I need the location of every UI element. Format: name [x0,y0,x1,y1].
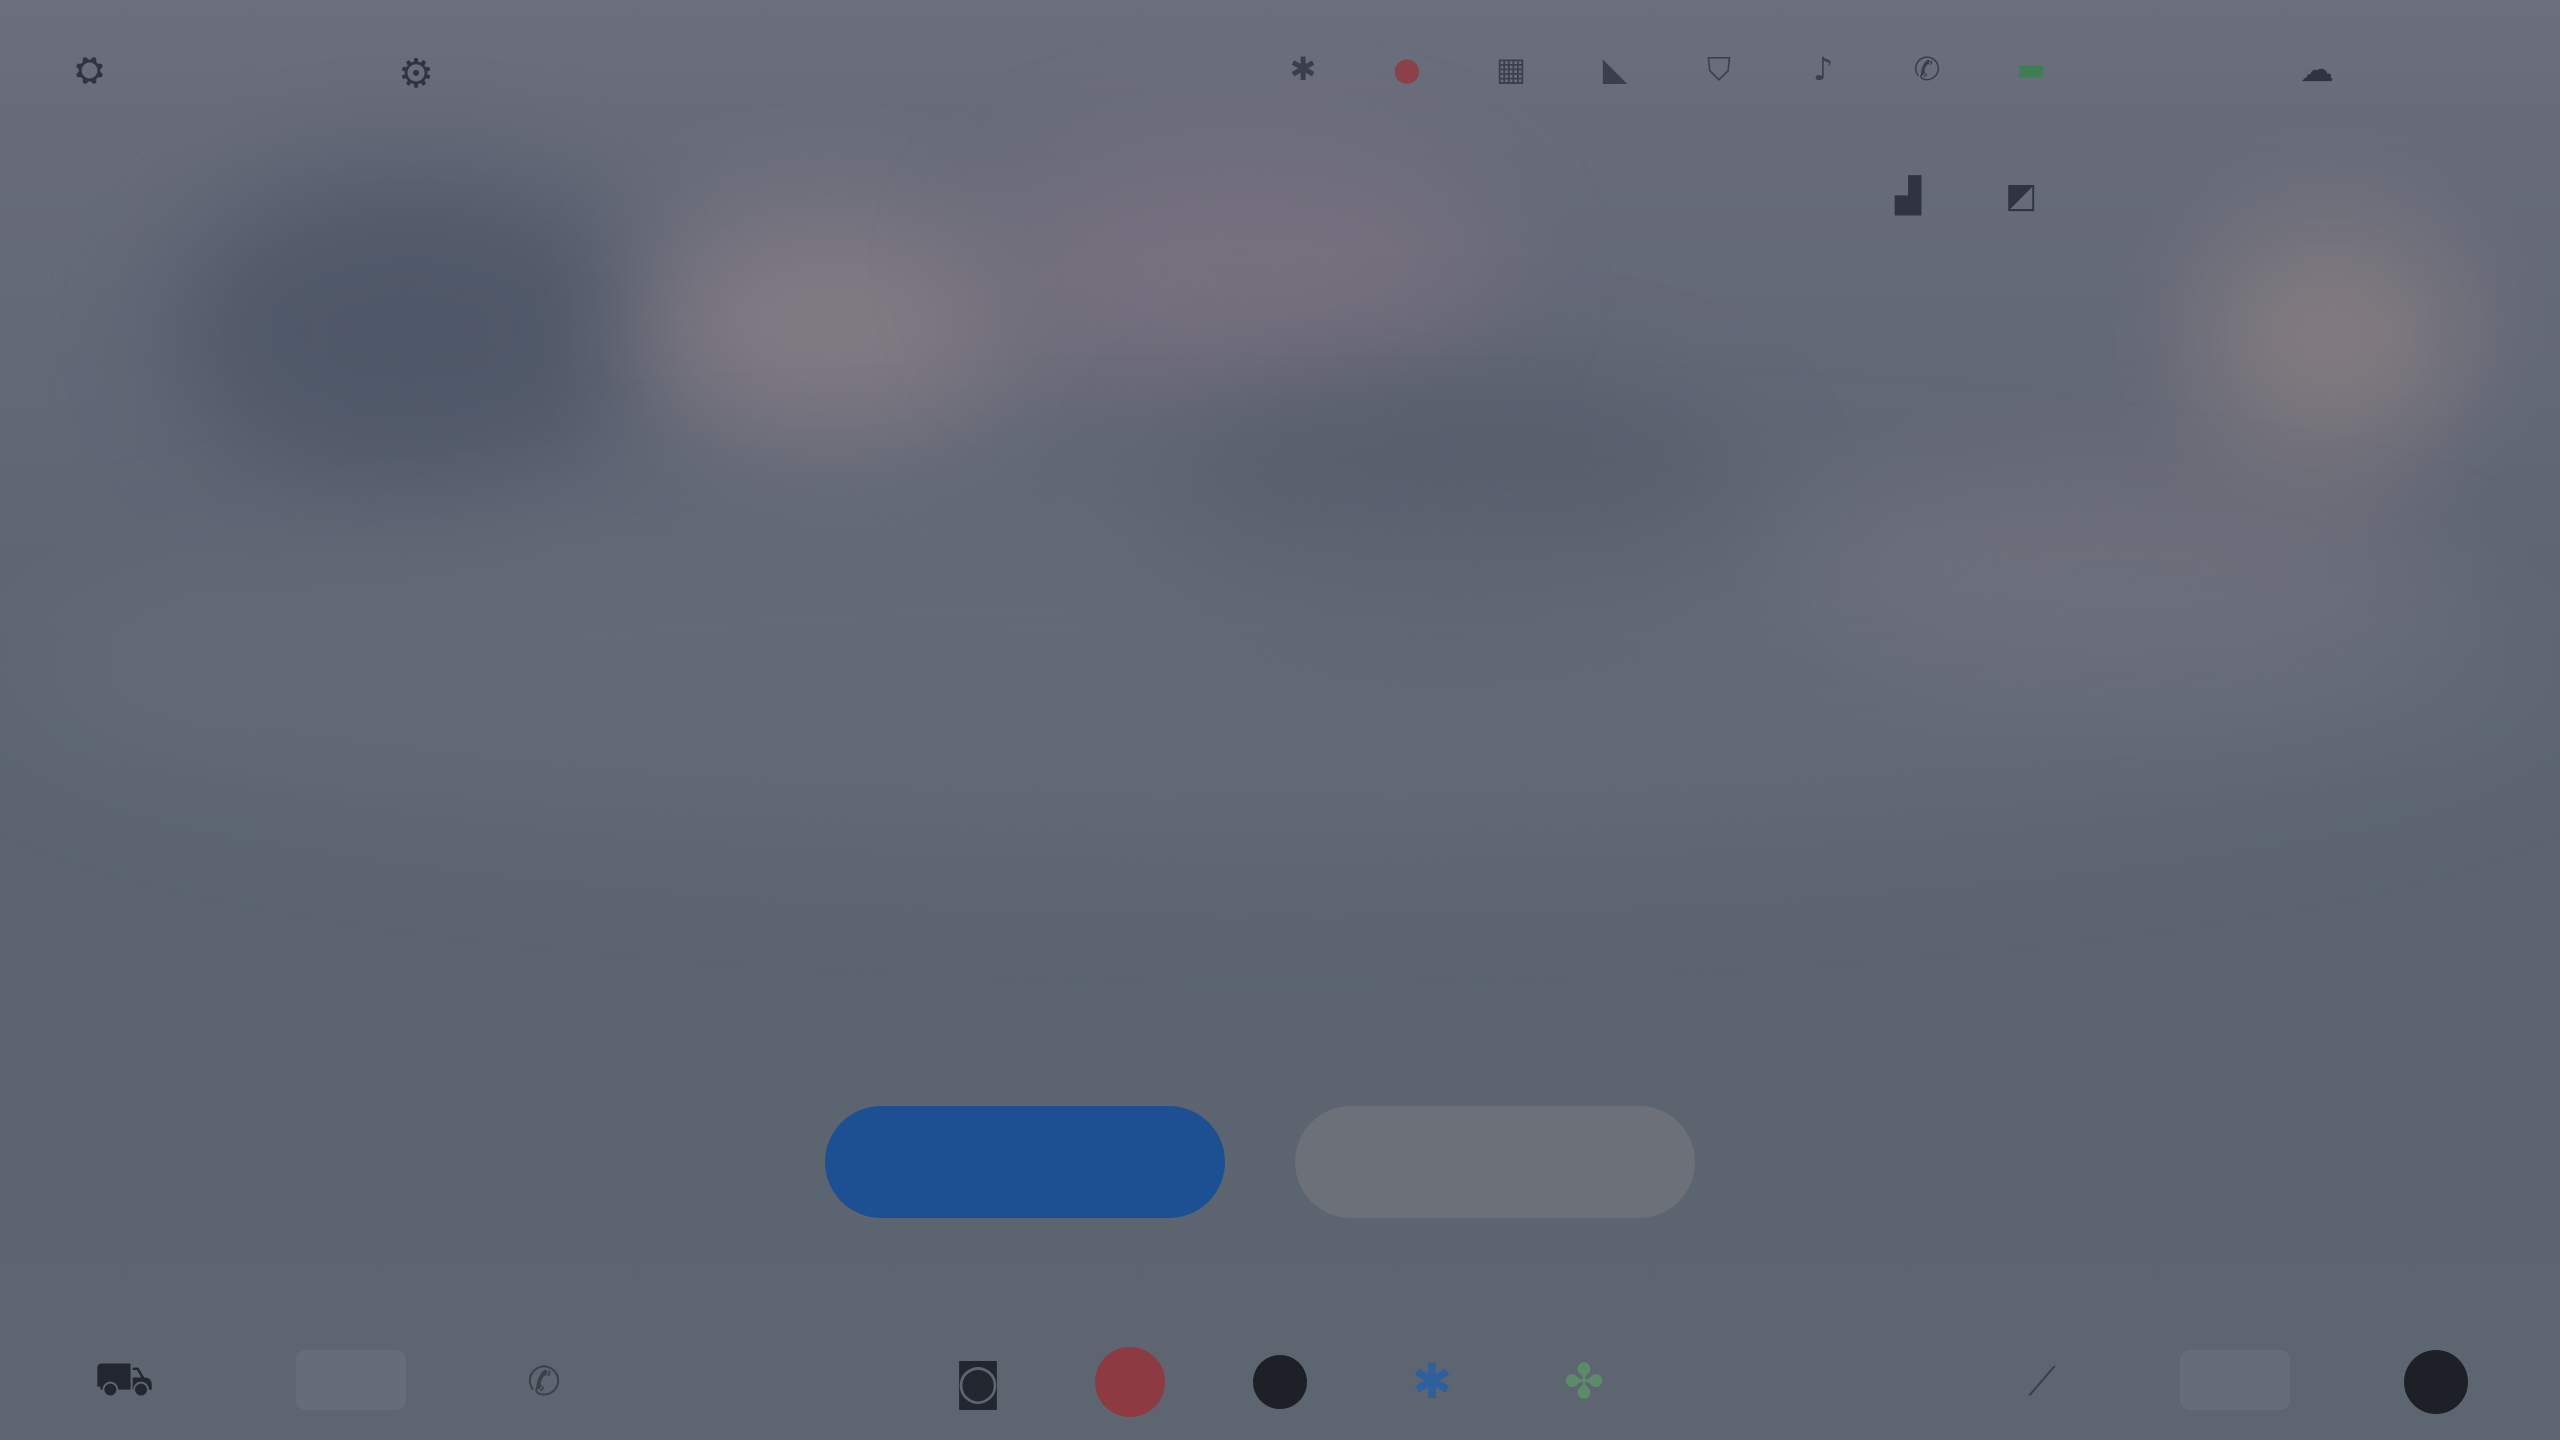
background-blur [980,150,1500,390]
phone-icon[interactable]: ✆ [1904,46,1950,92]
phone-icon[interactable]: ✆ [506,1344,582,1420]
bluetooth-icon[interactable]: ✱ [1394,1344,1470,1420]
status-icons: ✱ ● ▦ ◣ ⛉ ♪ ✆ ▬ [1280,46,2054,92]
signal-icon[interactable]: ◣ [1592,46,1638,92]
secondary-button[interactable] [1295,1106,1695,1218]
quick-actions: ▟ ◩ [1895,176,2051,216]
settings-icon[interactable]: ⚙ [388,48,444,100]
wiper-icon[interactable]: ⟋ [2004,1344,2080,1420]
profile-icon[interactable] [2398,1344,2474,1420]
circle-icon[interactable] [1242,1344,1318,1420]
right-temperature[interactable] [2180,1350,2290,1410]
shield-icon[interactable]: ⛉ [1696,46,1742,92]
car-icon[interactable]: ⛟ [86,1344,162,1420]
dock: ⛟ ✆ ◙ ✱ ✤ ⟋ [0,1320,2560,1440]
background-blur [2200,230,2460,450]
weather[interactable]: ☁ [2300,50,2344,90]
battery-icon[interactable]: ▬ [2008,46,2054,92]
bluetooth-icon[interactable]: ✱ [1280,46,1326,92]
primary-button[interactable] [825,1106,1225,1218]
background-blur [170,170,650,490]
app-icon[interactable]: ✤ [1546,1344,1622,1420]
hero [0,750,2560,813]
quick-action-right[interactable]: ◩ [2005,176,2051,216]
grid-icon[interactable]: ▦ [1488,46,1534,92]
camera-icon: ◩ [2005,176,2038,216]
left-temperature[interactable] [296,1350,406,1410]
quick-action-left[interactable]: ▟ [1895,176,1935,216]
vehicle-status[interactable]: ⛭ [76,50,113,90]
action-buttons [0,1106,2560,1218]
music-icon[interactable]: ♪ [1800,46,1846,92]
background-blur [640,210,1020,440]
record-icon[interactable] [1092,1344,1168,1420]
weather-icon: ☁ [2300,50,2334,90]
camera-icon[interactable]: ◙ [940,1344,1016,1420]
lock-icon: ⛭ [76,50,104,90]
chart-icon: ▟ [1895,176,1922,216]
record-icon[interactable]: ● [1384,46,1430,92]
status-bar: ⛭ ⚙ ✱ ● ▦ ◣ ⛉ ♪ ✆ ▬ ☁ [0,0,2560,150]
